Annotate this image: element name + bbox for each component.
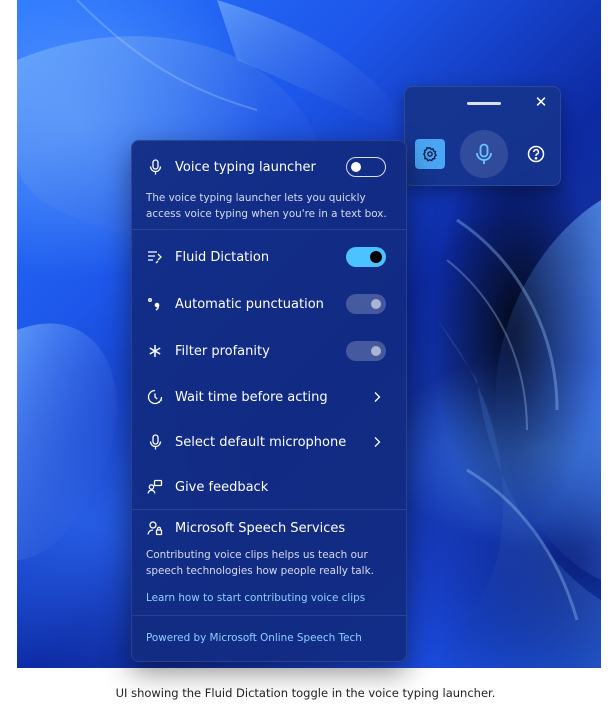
speech-services-description: Contributing voice clips helps us teach … [146, 549, 374, 577]
punctuation-icon [146, 295, 164, 313]
fluid-dictation-label: Fluid Dictation [175, 249, 270, 265]
divider [132, 615, 406, 616]
voice-typing-settings-panel: Voice typing launcher The voice typing l… [131, 140, 407, 662]
fluid-dictation-icon [146, 248, 164, 266]
microphone-icon [146, 158, 164, 176]
speech-services-label: Microsoft Speech Services [175, 520, 346, 536]
voice-typing-launcher-label: Voice typing launcher [175, 159, 316, 175]
voice-typing-launcher-toggle[interactable] [346, 157, 386, 177]
settings-button[interactable] [415, 139, 445, 169]
drag-handle-icon[interactable] [467, 102, 501, 105]
speech-services-row: Microsoft Speech Services [132, 513, 406, 543]
automatic-punctuation-row: Automatic punctuation [132, 289, 406, 319]
image-caption: UI showing the Fluid Dictation toggle in… [115, 686, 496, 700]
filter-profanity-label: Filter profanity [175, 343, 270, 359]
voice-typing-launcher-row: Voice typing launcher [132, 152, 406, 182]
wait-time-label: Wait time before acting [175, 389, 328, 405]
automatic-punctuation-label: Automatic punctuation [175, 296, 324, 312]
divider [132, 509, 406, 510]
microphone-icon [476, 143, 492, 164]
microphone-button[interactable] [460, 130, 508, 178]
wait-time-row[interactable]: Wait time before acting [132, 382, 406, 412]
fluid-dictation-row: Fluid Dictation [132, 242, 406, 272]
filter-profanity-row: Filter profanity [132, 336, 406, 366]
close-icon[interactable]: ✕ [532, 93, 550, 111]
help-button[interactable] [526, 144, 546, 164]
help-icon [527, 145, 545, 163]
gear-icon [423, 146, 438, 162]
filter-profanity-toggle[interactable] [346, 341, 386, 361]
default-microphone-row[interactable]: Select default microphone [132, 427, 406, 457]
timer-icon [146, 388, 164, 406]
give-feedback-label: Give feedback [175, 479, 269, 495]
give-feedback-row[interactable]: Give feedback [132, 472, 406, 502]
voice-typing-launcher-description: The voice typing launcher lets you quick… [146, 192, 387, 220]
asterisk-icon [146, 342, 164, 360]
chevron-right-icon [370, 435, 384, 449]
contribute-voice-clips-link[interactable]: Learn how to start contributing voice cl… [146, 592, 365, 604]
lock-person-icon [146, 519, 164, 537]
powered-by-link[interactable]: Powered by Microsoft Online Speech Tech [146, 632, 362, 644]
microphone-icon [146, 433, 164, 451]
fluid-dictation-toggle[interactable] [346, 247, 386, 267]
voice-typing-launcher-toolbar: ✕ [404, 86, 561, 186]
default-microphone-label: Select default microphone [175, 434, 347, 450]
feedback-icon [146, 478, 164, 496]
chevron-right-icon [370, 390, 384, 404]
divider [132, 229, 406, 230]
automatic-punctuation-toggle[interactable] [346, 294, 386, 314]
